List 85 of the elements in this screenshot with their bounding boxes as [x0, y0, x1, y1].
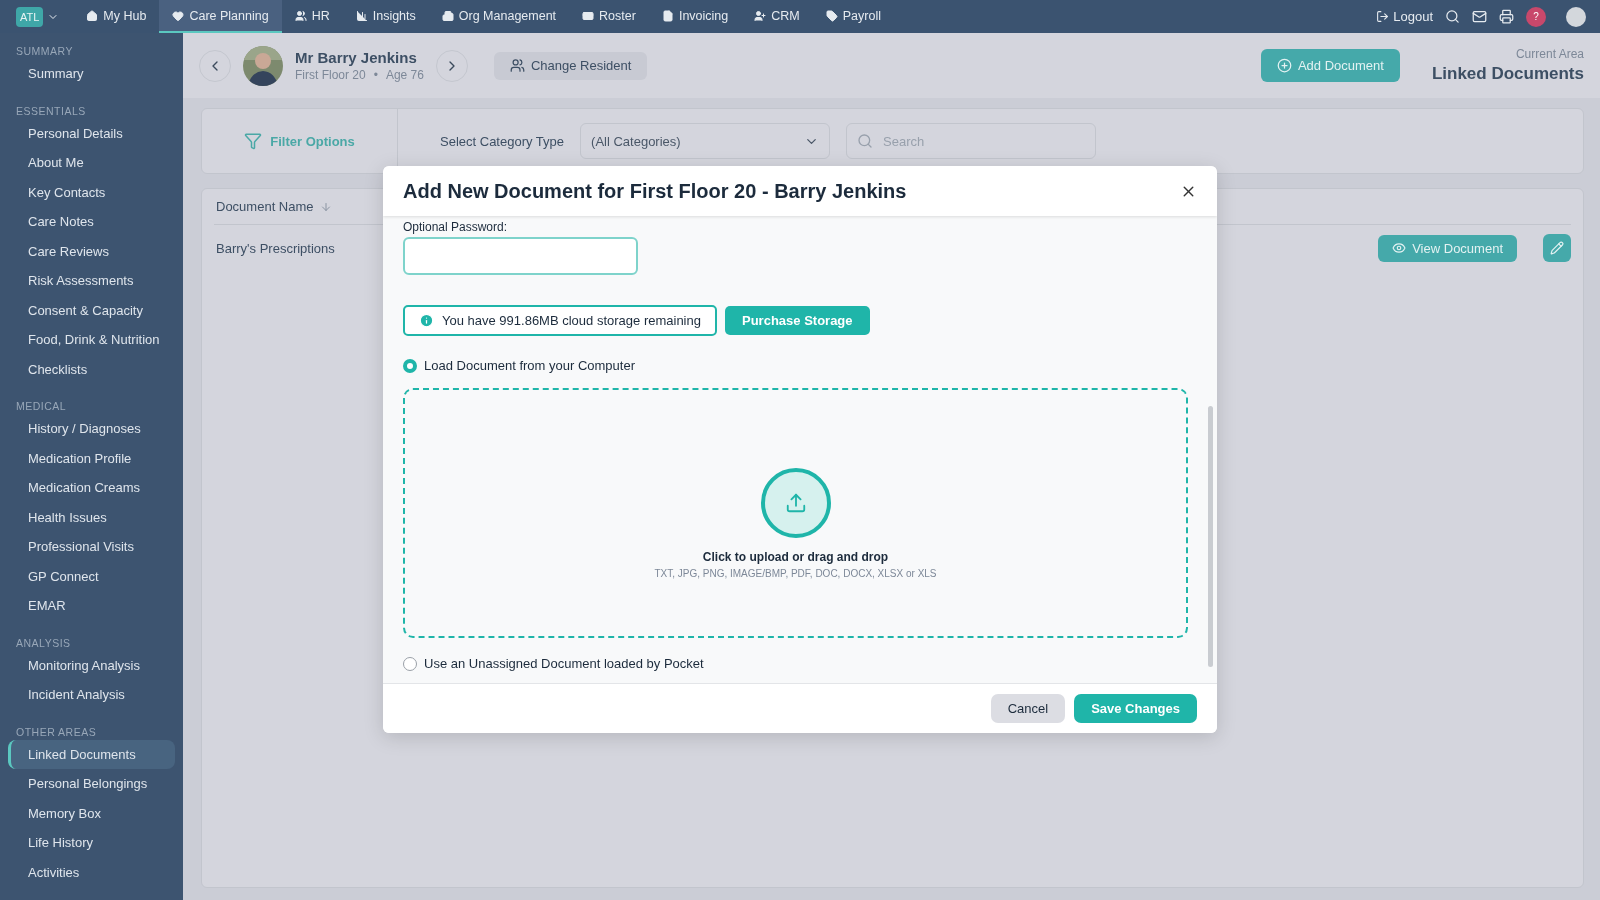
sidebar-item[interactable]: Linked Documents — [8, 739, 175, 769]
file-icon — [661, 9, 674, 22]
sidebar-heading: ANALYSIS — [15, 635, 72, 651]
sidebar-item[interactable]: Medication Creams — [8, 473, 175, 503]
users-icon — [509, 58, 525, 73]
sidebar-item[interactable]: About Me — [8, 148, 175, 178]
separator-dot: • — [373, 68, 378, 82]
plus-circle-icon — [1276, 58, 1292, 73]
sort-arrow-icon[interactable] — [319, 200, 332, 213]
area-title: Linked Documents — [1431, 64, 1584, 84]
category-label: Select Category Type — [440, 133, 565, 149]
logout-link[interactable]: Logout — [1376, 9, 1433, 24]
info-icon — [419, 313, 434, 328]
help-button[interactable]: ? — [1526, 6, 1546, 27]
resident-age: Age 76 — [385, 68, 424, 82]
sidebar-item[interactable]: Key Contacts — [8, 177, 175, 207]
sidebar-heading: MEDICAL — [15, 399, 68, 414]
upload-dropzone[interactable]: Click to upload or drag and drop TXT, JPG, PNG, IMAGE/BMP, PDF, DOC, DOCX, XLSX or XLS — [403, 388, 1188, 638]
upload-title: Click to upload or drag and drop — [702, 549, 889, 564]
scrollbar[interactable] — [1208, 406, 1213, 667]
sidebar-item[interactable]: Care Reviews — [8, 236, 175, 266]
sidebar-item[interactable]: Food, Drink & Nutrition — [8, 325, 175, 355]
sidebar-item[interactable]: Care Notes — [8, 207, 175, 237]
sidebar-item[interactable]: GP Connect — [8, 561, 175, 591]
filter-icon — [244, 132, 263, 150]
tag-icon — [825, 9, 838, 22]
change-resident-button[interactable]: Change Resident — [493, 51, 648, 80]
heart-icon — [172, 9, 185, 22]
users-icon — [294, 9, 307, 22]
home-icon — [86, 9, 99, 22]
search-icon[interactable] — [1445, 9, 1460, 24]
sidebar-item[interactable]: Medication Profile — [8, 443, 175, 473]
sidebar-item[interactable]: Life History — [8, 828, 175, 858]
cancel-button[interactable]: Cancel — [990, 694, 1066, 723]
password-label: Optional Password: — [403, 220, 509, 234]
sidebar-item[interactable]: Health Issues — [8, 502, 175, 532]
storage-text: You have 991.86MB cloud storage remaining — [442, 313, 701, 328]
sidebar-heading: SUMMARY — [15, 44, 74, 59]
sidebar-heading: ESSENTIALS — [15, 103, 87, 119]
password-field[interactable] — [403, 237, 638, 275]
radio-button[interactable] — [403, 358, 417, 373]
previous-button[interactable] — [199, 49, 231, 82]
edit-button[interactable] — [1543, 234, 1571, 262]
sidebar-item[interactable]: Professional Visits — [8, 532, 175, 562]
nav-tab[interactable]: Payroll — [812, 0, 894, 33]
mail-icon[interactable] — [1472, 9, 1487, 24]
column-header[interactable]: Document Name — [216, 199, 314, 214]
user-plus-icon — [754, 9, 767, 22]
radio-label[interactable]: Load Document from your Computer — [424, 358, 635, 373]
nav-tab[interactable]: Roster — [569, 0, 649, 33]
nav-tab[interactable]: My Hub — [73, 0, 160, 33]
search-icon — [857, 133, 874, 149]
resident-location: First Floor 20 — [295, 68, 366, 82]
sidebar-item[interactable]: Summary — [8, 59, 175, 89]
dialog-title: Add New Document for First Floor 20 - Barry Jenkins — [403, 179, 907, 203]
sidebar-heading: OTHER AREAS — [15, 724, 98, 740]
sidebar-item[interactable]: Memory Box — [8, 798, 175, 828]
nav-tab[interactable]: Org Management — [428, 0, 570, 33]
logout-icon — [1376, 10, 1390, 23]
printer-icon[interactable] — [1499, 9, 1514, 24]
sidebar-item[interactable]: History / Diagnoses — [8, 414, 175, 444]
radio-button[interactable] — [403, 656, 417, 671]
category-select[interactable]: (All Categories) — [580, 123, 831, 159]
resident-name: Mr Barry Jenkins — [295, 49, 418, 66]
sidebar-item[interactable]: Personal Belongings — [8, 769, 175, 799]
pencil-icon — [1550, 241, 1564, 255]
nav-tab[interactable]: CRM — [741, 0, 813, 33]
sidebar-item[interactable]: Activities — [8, 857, 175, 887]
nav-tab[interactable]: HR — [281, 0, 343, 33]
table-cell: Barry's Prescriptions — [216, 240, 335, 256]
sidebar-item[interactable]: EMAR — [8, 591, 175, 621]
sidebar-item[interactable]: Checklists — [8, 354, 175, 384]
radio-label[interactable]: Use an Unassigned Document loaded by Pocket — [424, 656, 704, 671]
nav-tab[interactable]: Care Planning — [159, 0, 282, 33]
upload-formats: TXT, JPG, PNG, IMAGE/BMP, PDF, DOC, DOCX, XLSX or XLS — [654, 567, 937, 579]
user-avatar[interactable] — [1566, 6, 1586, 27]
nav-tab[interactable]: Invoicing — [648, 0, 742, 33]
sidebar-item[interactable]: Incident Analysis — [8, 680, 175, 710]
sidebar-item[interactable]: Monitoring Analysis — [8, 650, 175, 680]
eye-icon — [1392, 241, 1407, 255]
sidebar-item[interactable]: Risk Assessments — [8, 266, 175, 296]
area-caption: Current Area — [1514, 47, 1584, 61]
nav-tab[interactable]: Insights — [342, 0, 429, 33]
sidebar-item[interactable]: Personal Details — [8, 118, 175, 148]
sidebar-item[interactable]: Consent & Capacity — [8, 295, 175, 325]
